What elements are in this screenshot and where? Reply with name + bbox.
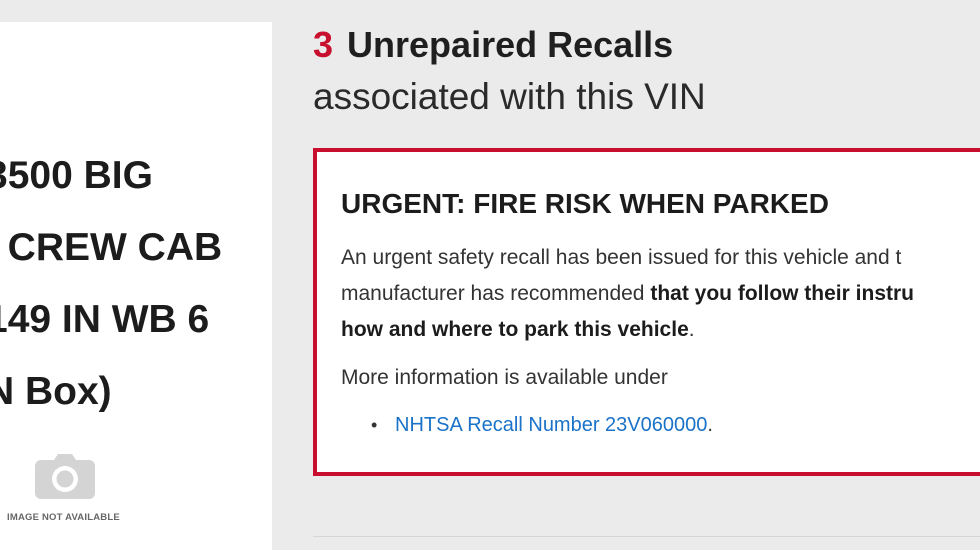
recall-description-emphasis: that you follow their instru	[650, 282, 914, 305]
bullet-icon: •	[371, 415, 378, 435]
vehicle-name-line: 149 IN WB 6	[0, 298, 210, 341]
vehicle-name: 3500 BIG I CREW CAB 149 IN WB 6 N Box)	[0, 140, 286, 428]
vehicle-name-line: I CREW CAB	[0, 226, 223, 269]
recall-link-list: • NHTSA Recall Number 23V060000.	[371, 414, 713, 437]
camera-icon	[34, 454, 96, 500]
recall-description-text: manufacturer has recommended	[341, 282, 651, 305]
recall-heading-text: Unrepaired Recalls	[347, 24, 674, 65]
recall-subheading: associated with this VIN	[313, 76, 706, 117]
more-info-text: More information is available under	[341, 366, 668, 389]
recall-description: An urgent safety recall has been issued …	[341, 240, 980, 348]
recall-description-line: An urgent safety recall has been issued …	[341, 246, 902, 269]
recall-description-line: how and where to park this vehicle.	[341, 312, 980, 348]
image-not-available-label: IMAGE NOT AVAILABLE	[7, 512, 120, 523]
link-suffix: .	[707, 414, 713, 436]
recall-count: 3	[313, 24, 334, 65]
recall-card: URGENT: FIRE RISK WHEN PARKED An urgent …	[313, 148, 980, 476]
recall-title: URGENT: FIRE RISK WHEN PARKED	[341, 188, 829, 219]
section-divider	[313, 536, 980, 537]
recall-count-heading: 3 Unrepaired Recalls	[313, 24, 673, 66]
vehicle-name-line: 3500 BIG	[0, 154, 153, 197]
vehicle-card: 3500 BIG I CREW CAB 149 IN WB 6 N Box) I…	[0, 22, 272, 550]
recall-description-text: .	[688, 318, 695, 341]
recall-description-emphasis: how and where to park this vehicle	[341, 318, 689, 341]
recall-description-line: manufacturer has recommended that you fo…	[341, 276, 980, 312]
vehicle-name-line: N Box)	[0, 370, 112, 413]
nhtsa-recall-link[interactable]: NHTSA Recall Number 23V060000	[395, 414, 707, 436]
